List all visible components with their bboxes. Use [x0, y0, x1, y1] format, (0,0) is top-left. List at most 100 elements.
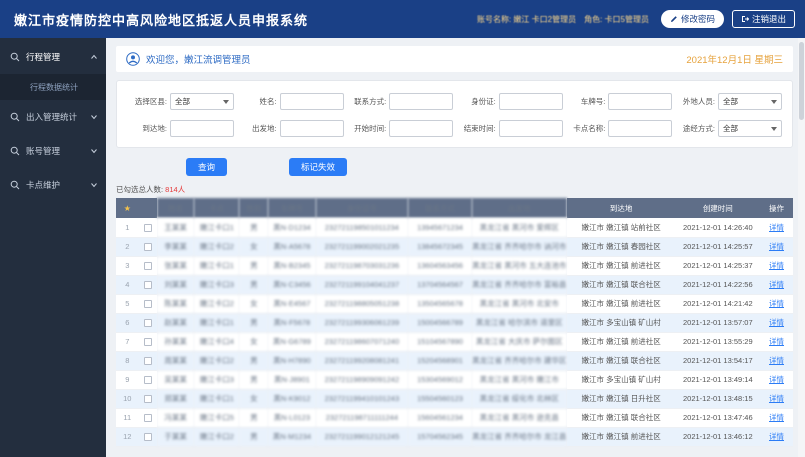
row-checkbox[interactable]	[143, 433, 152, 441]
cell-name: 冯某某	[157, 408, 195, 428]
logout-button[interactable]: 注销退出	[731, 10, 795, 28]
phone-input[interactable]	[389, 93, 454, 110]
chevron-down-icon	[90, 181, 98, 189]
summary-prefix: 已勾选总人数:	[116, 185, 166, 194]
sidebar-subitem-trip-statistics[interactable]: 行程数据统计	[0, 74, 106, 100]
row-checkbox[interactable]	[143, 376, 152, 384]
cell-origin: 黑龙江省 齐齐哈尔市 建华区	[471, 351, 567, 371]
sidebar-item-account-management[interactable]: 账号管理	[0, 134, 106, 168]
sidebar-item-access-statistics[interactable]: 出入管理统计	[0, 100, 106, 134]
phone-field: 联系方式:	[346, 93, 454, 110]
row-checkbox-cell	[138, 389, 158, 409]
header-checkpoint: 卡点	[194, 198, 240, 218]
cell-destination: 嫩江市 嫩江镇 春园社区	[566, 237, 676, 257]
outsider-select[interactable]: 全部	[717, 93, 782, 110]
scrollbar-thumb[interactable]	[799, 42, 804, 120]
detail-link[interactable]: 详情	[769, 261, 784, 270]
cell-name: 周某某	[157, 351, 195, 371]
row-checkbox[interactable]	[143, 243, 152, 251]
start-time-label: 开始时间:	[354, 124, 387, 133]
detail-link[interactable]: 详情	[769, 299, 784, 308]
topbar-right: 账号名称: 嫩江 卡口2管理员 角色: 卡口5管理员 修改密码 注销退出	[477, 10, 795, 28]
row-checkbox[interactable]	[143, 338, 152, 346]
start-time-input[interactable]	[389, 120, 454, 137]
end-time-field: 结束时间:	[456, 120, 563, 137]
chevron-down-icon	[90, 147, 98, 155]
detail-link[interactable]: 详情	[769, 375, 784, 384]
cell-name: 赵某某	[157, 313, 195, 333]
change-password-button[interactable]: 修改密码	[660, 10, 724, 28]
detail-link[interactable]: 详情	[769, 223, 784, 232]
plate-input[interactable]	[608, 93, 673, 110]
cell-gender: 女	[239, 389, 269, 409]
checkpoint-name-input[interactable]	[608, 120, 673, 137]
cell-checkpoint: 嫩江卡口2	[194, 351, 240, 371]
row-checkbox[interactable]	[143, 414, 152, 422]
detail-link[interactable]: 详情	[769, 356, 784, 365]
row-checkbox-cell	[138, 408, 158, 428]
district-select[interactable]: 全部	[170, 93, 234, 110]
cell-created-time: 2021-12-01 13:57:07	[675, 313, 760, 333]
chevron-down-icon	[90, 113, 98, 121]
district-label: 选择区县:	[134, 97, 167, 106]
cell-name: 王某某	[157, 218, 195, 238]
cell-id-number: 232721198703031236	[315, 256, 409, 276]
end-time-input[interactable]	[498, 120, 563, 137]
sidebar-item-trip-management[interactable]: 行程管理	[0, 40, 106, 74]
cell-origin: 黑龙江省 黑河市 嫩江市	[471, 370, 567, 390]
cell-action: 详情	[760, 408, 793, 428]
detail-link[interactable]: 详情	[769, 413, 784, 422]
header-phone: 联系方式	[408, 198, 472, 218]
detail-link[interactable]: 详情	[769, 337, 784, 346]
row-checkbox[interactable]	[143, 395, 152, 403]
transit-mode-select-value: 全部	[722, 124, 738, 133]
name-field: 姓名:	[237, 93, 344, 110]
transit-mode-select[interactable]: 全部	[717, 120, 782, 137]
cell-action: 详情	[760, 275, 793, 295]
name-label: 姓名:	[259, 97, 277, 106]
cell-phone: 15204568901	[408, 351, 472, 371]
origin-input[interactable]	[279, 120, 344, 137]
query-button[interactable]: 查询	[186, 158, 228, 176]
detail-link[interactable]: 详情	[769, 280, 784, 289]
header-origin: 出发地	[471, 198, 567, 218]
row-checkbox[interactable]	[143, 319, 152, 327]
cell-id-number: 232721199410101243	[315, 389, 409, 409]
row-checkbox[interactable]	[143, 223, 152, 232]
cell-action: 详情	[760, 332, 793, 352]
sidebar-subitem-label: 行程数据统计	[30, 82, 78, 92]
id-number-input[interactable]	[498, 93, 563, 110]
row-number: 6	[116, 313, 139, 333]
name-input[interactable]	[279, 93, 344, 110]
cell-plate: 黑N·K9012	[268, 389, 316, 409]
cell-destination: 嫩江市 嫩江镇 前进社区	[566, 332, 676, 352]
sidebar-item-checkpoint-maintenance[interactable]: 卡点维护	[0, 168, 106, 202]
detail-link[interactable]: 详情	[769, 394, 784, 403]
table-row: 1 王某某 嫩江卡口1 男 黑N·D1234 23272119850101123…	[116, 218, 793, 238]
destination-input[interactable]	[170, 120, 234, 137]
id-number-label: 身份证:	[471, 97, 496, 106]
vertical-scrollbar[interactable]	[798, 38, 805, 457]
cell-id-number: 232721199208081241	[315, 351, 409, 371]
cell-phone: 15004566789	[408, 313, 472, 333]
detail-link[interactable]: 详情	[769, 318, 784, 327]
cell-checkpoint: 嫩江卡口2	[194, 237, 240, 257]
detail-link[interactable]: 详情	[769, 242, 784, 251]
row-checkbox[interactable]	[143, 357, 152, 365]
detail-link[interactable]: 详情	[769, 432, 784, 441]
search-icon	[10, 112, 20, 122]
cell-action: 详情	[760, 313, 793, 333]
origin-field: 出发地:	[237, 120, 344, 137]
app-window: 嫩江市疫情防控中高风险地区抵返人员申报系统 账号名称: 嫩江 卡口2管理员 角色…	[0, 0, 805, 457]
row-checkbox[interactable]	[143, 281, 152, 289]
cell-origin: 黑龙江省 黑河市 五大连池市	[471, 256, 567, 276]
row-checkbox[interactable]	[143, 300, 152, 308]
row-checkbox[interactable]	[143, 262, 152, 270]
selection-summary: 已勾选总人数: 814人	[116, 184, 793, 195]
row-checkbox-cell	[138, 294, 158, 314]
row-number: 8	[116, 351, 139, 371]
table-row: 9 吴某某 嫩江卡口3 男 黑N·J8901 23272119890909124…	[116, 370, 793, 390]
mark-invalid-button[interactable]: 标记失效	[289, 158, 348, 176]
table-row: 4 刘某某 嫩江卡口3 男 黑N·C3456 23272119910404123…	[116, 275, 793, 295]
row-number: 12	[116, 427, 139, 447]
